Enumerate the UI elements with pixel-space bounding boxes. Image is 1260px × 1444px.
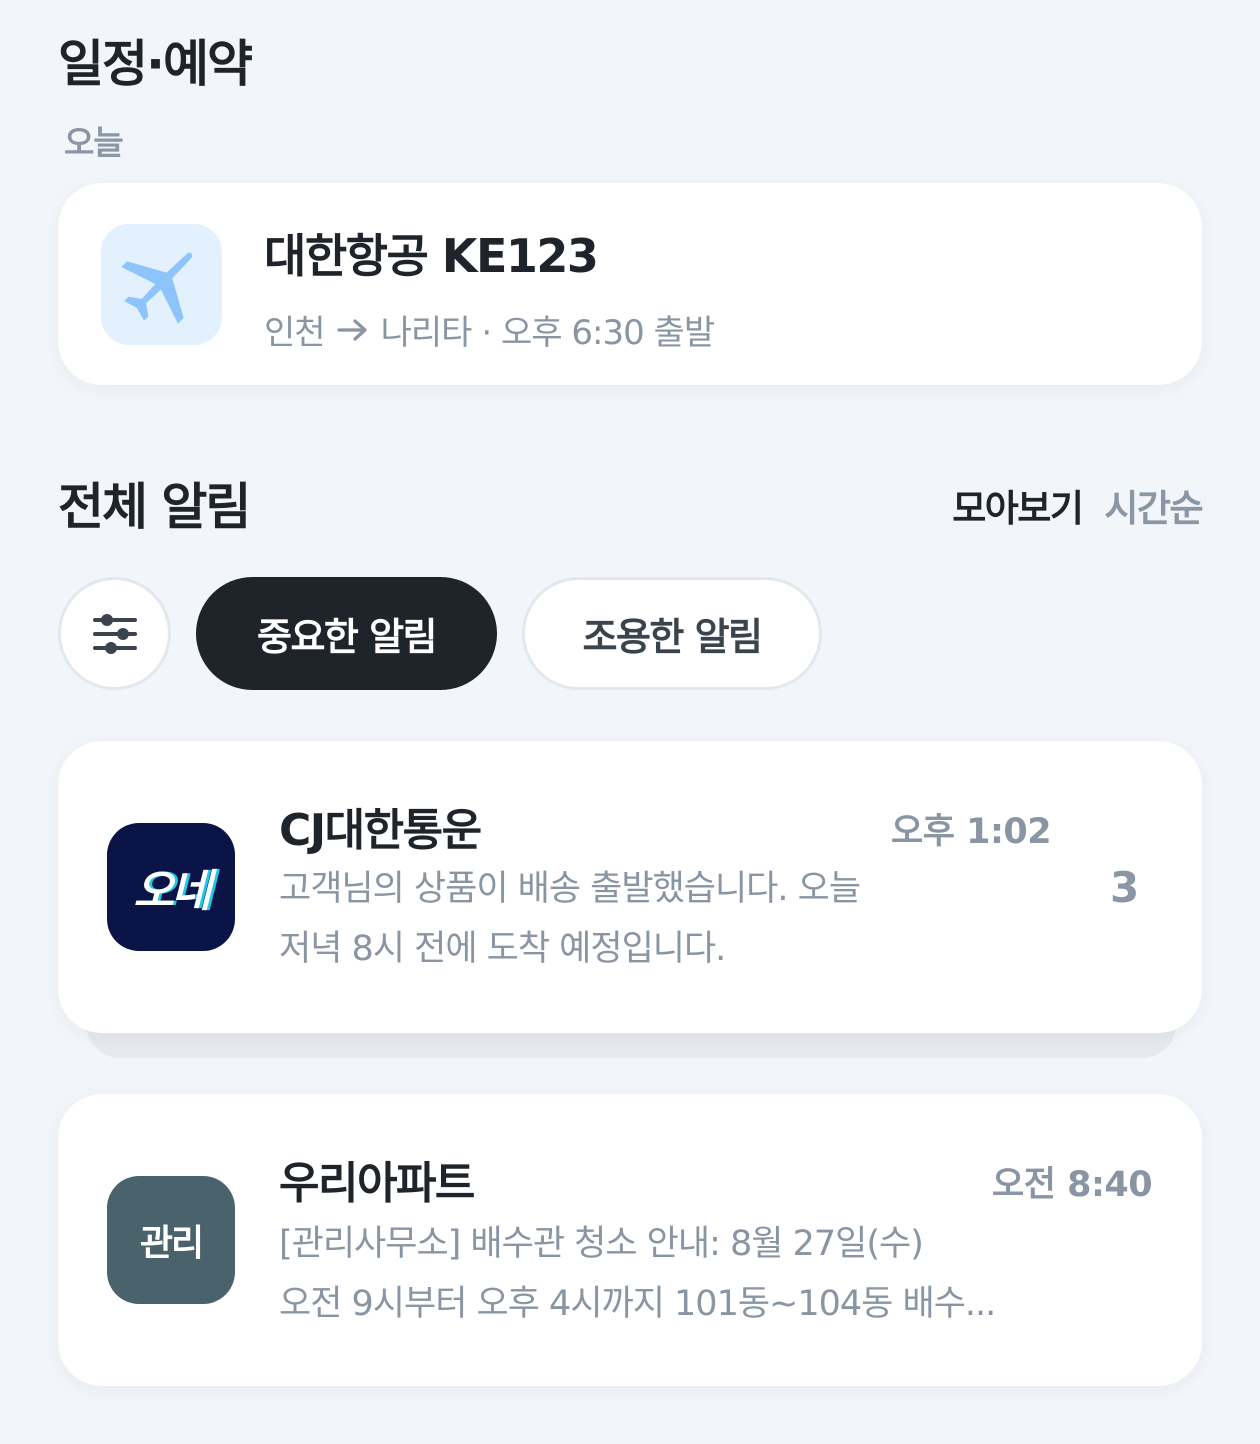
filter-button[interactable] bbox=[58, 577, 171, 690]
chip-quiet[interactable]: 조용한 알림 bbox=[522, 577, 822, 690]
cj-app-icon: 오네 bbox=[107, 823, 235, 951]
airplane-icon bbox=[121, 252, 193, 324]
notification-card[interactable]: 오네 CJ대한통운 오후 1:02 고객님의 상품이 배송 출발했습니다. 오늘… bbox=[58, 741, 1202, 1033]
flight-route: 인천 나리타 · 오후 6:30 출발 bbox=[264, 305, 715, 354]
notification-body-line: 저녁 8시 전에 도착 예정입니다. bbox=[279, 929, 726, 969]
notification-body-line: 고객님의 상품이 배송 출발했습니다. 오늘 bbox=[279, 869, 861, 909]
chip-important[interactable]: 중요한 알림 bbox=[196, 577, 497, 690]
today-label: 오늘 bbox=[64, 123, 124, 162]
notification-body: 고객님의 상품이 배송 출발했습니다. 오늘 저녁 8시 전에 도착 예정입니다… bbox=[279, 859, 979, 979]
notification-app-name: 우리아파트 bbox=[279, 1158, 475, 1209]
schedule-section-title: 일정·예약 bbox=[58, 35, 253, 93]
flight-title: 대한항공 KE123 bbox=[264, 229, 599, 283]
notification-time: 오후 1:02 bbox=[891, 812, 1052, 852]
view-mode-toggle: 모아보기 시간순 bbox=[952, 478, 1203, 532]
flight-origin: 인천 bbox=[264, 313, 326, 353]
flight-departure-detail: · 오후 6:30 출발 bbox=[481, 313, 715, 353]
notifications-section-title: 전체 알림 bbox=[58, 478, 251, 536]
view-chronological-button[interactable]: 시간순 bbox=[1104, 478, 1203, 532]
arrow-right-icon bbox=[336, 318, 367, 341]
flight-destination: 나리타 bbox=[380, 313, 473, 353]
apartment-app-icon: 관리 bbox=[107, 1176, 235, 1304]
notification-time: 오전 8:40 bbox=[992, 1165, 1153, 1205]
notification-body: [관리사무소] 배수관 청소 안내: 8월 27일(수) 오전 9시부터 오후 … bbox=[279, 1214, 1079, 1334]
notification-count-badge: 3 bbox=[1110, 863, 1140, 912]
notification-app-name: CJ대한통운 bbox=[279, 805, 482, 856]
view-grouped-button[interactable]: 모아보기 bbox=[952, 478, 1084, 532]
flight-icon-box bbox=[101, 224, 222, 345]
notification-body-line: 오전 9시부터 오후 4시까지 101동~104동 배수... bbox=[279, 1284, 996, 1324]
flight-card[interactable]: 대한항공 KE123 인천 나리타 · 오후 6:30 출발 bbox=[58, 183, 1202, 385]
notification-body-line: [관리사무소] 배수관 청소 안내: 8월 27일(수) bbox=[279, 1224, 924, 1264]
notification-card[interactable]: 관리 우리아파트 오전 8:40 [관리사무소] 배수관 청소 안내: 8월 2… bbox=[58, 1094, 1202, 1386]
sliders-icon bbox=[92, 613, 137, 654]
